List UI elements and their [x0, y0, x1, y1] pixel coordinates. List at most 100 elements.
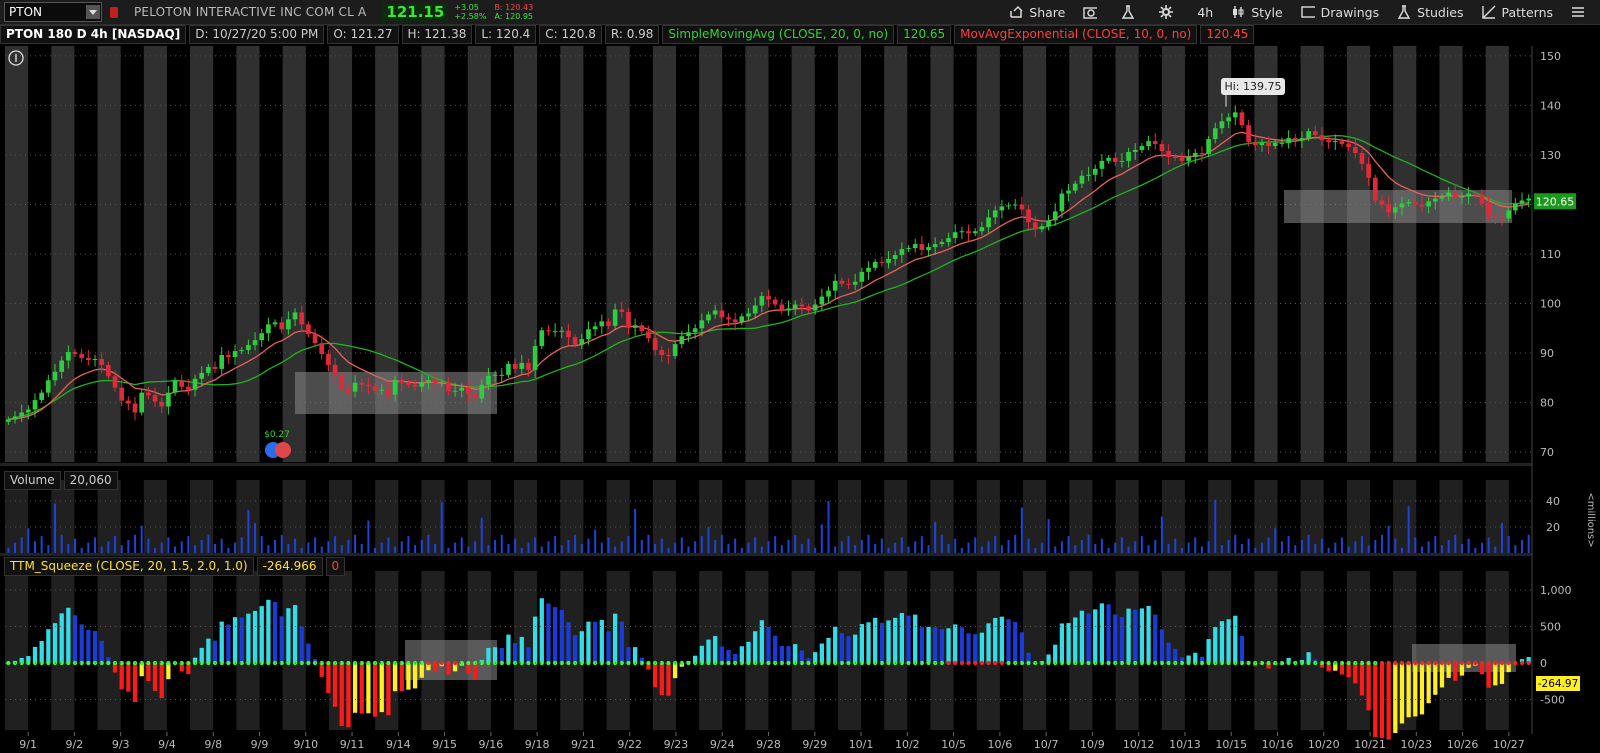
squeeze-dot: [766, 660, 771, 666]
squeeze-dot: [1219, 660, 1225, 666]
candle-body: [859, 271, 865, 282]
squeeze-dot: [886, 660, 891, 666]
squeeze-bar: [26, 656, 31, 663]
chart-canvas[interactable]: 150 140 130 120 110 100 90 80 70 Hi: 139.75 120.65…: [0, 0, 1600, 753]
sma-line: [8, 134, 1529, 421]
volume-bar: [454, 542, 457, 553]
share-button[interactable]: Share: [1000, 0, 1074, 24]
candle-body: [532, 346, 538, 370]
squeeze-dot: [266, 660, 271, 666]
squeeze-bar: [512, 643, 518, 663]
volume-bar: [1294, 545, 1297, 553]
style-button[interactable]: Style: [1222, 0, 1291, 24]
drawings-label: Drawings: [1320, 4, 1380, 20]
squeeze-dot: [686, 660, 691, 666]
squeeze-dot: [446, 660, 451, 666]
volume-bar: [747, 542, 750, 553]
squeeze-bar: [1106, 604, 1111, 663]
squeeze-bar: [52, 623, 58, 663]
volume-bar: [1454, 534, 1457, 553]
symbol-input[interactable]: PTON: [4, 2, 102, 22]
squeeze-bar: [559, 609, 564, 663]
squeeze-dot: [719, 660, 724, 666]
squeeze-dot: [332, 660, 338, 666]
snapshot-button[interactable]: [1074, 0, 1112, 24]
squeeze-bar: [1079, 610, 1085, 663]
squeeze-dot: [613, 660, 618, 666]
volume-bar: [227, 547, 230, 553]
session-shade: [837, 571, 862, 730]
volume-bar: [354, 534, 357, 553]
patterns-button[interactable]: Patterns: [1473, 0, 1562, 24]
session-shade: [560, 571, 584, 730]
volume-bar: [494, 540, 497, 553]
volume-bar: [714, 540, 717, 553]
ema-study-label[interactable]: MovAvgExponential (CLOSE, 10, 0, no): [954, 25, 1198, 44]
squeeze-dot: [1433, 660, 1438, 666]
squeeze-dot: [419, 660, 424, 666]
candle-body: [866, 267, 871, 272]
drawings-button[interactable]: Drawings: [1292, 0, 1389, 24]
squeeze-label[interactable]: TTM_Squeeze (CLOSE, 20, 1.5, 2.0, 1.0): [4, 557, 254, 576]
bar-high: H: 121.38: [401, 25, 473, 44]
volume-bar: [600, 542, 603, 553]
squeeze-dot: [699, 660, 704, 666]
high-label: Hi: 139.75: [1224, 80, 1281, 93]
volume-bar: [1427, 541, 1430, 553]
squeeze-dot: [726, 660, 731, 666]
volume-bar: [1414, 537, 1417, 553]
squeeze-bar: [612, 613, 618, 663]
squeeze-dot: [713, 660, 718, 666]
candle-body: [679, 336, 685, 345]
squeeze-value: -264.966: [256, 557, 323, 576]
studies-button[interactable]: Studies: [1388, 0, 1472, 24]
volume-bar: [1434, 536, 1437, 553]
volume-bar: [307, 542, 310, 553]
session-shade: [884, 46, 908, 462]
lock-icon[interactable]: [110, 6, 118, 18]
candle-body: [292, 312, 298, 320]
squeeze-dot: [372, 660, 378, 666]
squeeze-dot: [479, 660, 484, 666]
candle-body: [306, 324, 311, 335]
volume-bar: [1340, 537, 1343, 553]
session-shade: [791, 571, 815, 730]
session-shade: [699, 480, 723, 553]
squeeze-bar: [793, 644, 798, 663]
volume-label[interactable]: Volume: [4, 471, 61, 490]
volume-bar: [1180, 547, 1183, 553]
squeeze-bar: [606, 631, 611, 663]
menu-button[interactable]: [1562, 0, 1600, 24]
candle-body: [1199, 152, 1205, 154]
settings-button[interactable]: [1150, 0, 1188, 24]
candle-body: [392, 379, 398, 395]
sma-study-label[interactable]: SimpleMovingAvg (CLOSE, 20, 0, no): [662, 25, 895, 44]
volume-bar: [334, 536, 337, 553]
session-shade: [190, 480, 214, 553]
session-shade: [837, 46, 862, 462]
session-shade: [1300, 46, 1324, 462]
volume-bar: [427, 534, 430, 553]
volume-bar: [467, 546, 470, 553]
dividend-marker: [265, 442, 281, 458]
squeeze-bar: [893, 617, 898, 663]
squeeze-dot: [1159, 660, 1165, 666]
bid-ask: B: 120.43 A: 120.95: [494, 3, 533, 21]
candle-body: [1266, 143, 1271, 147]
flask-button[interactable]: [1112, 0, 1150, 24]
squeeze-dot: [1153, 660, 1158, 666]
squeeze-dot: [459, 660, 464, 666]
squeeze-dot: [926, 660, 931, 666]
symbol-dropdown-icon[interactable]: [86, 5, 100, 19]
squeeze-dot: [146, 660, 151, 666]
timeframe-button[interactable]: 4h: [1188, 0, 1222, 24]
bar-close: C: 120.8: [539, 25, 602, 44]
squeeze-dot: [1473, 660, 1478, 666]
candle-body: [939, 242, 945, 245]
squeeze-bar: [366, 663, 371, 714]
squeeze-dot: [866, 660, 871, 666]
squeeze-dot: [72, 660, 78, 666]
squeeze-dot: [199, 660, 204, 666]
candle-body: [786, 308, 791, 311]
squeeze-dot: [533, 660, 538, 666]
